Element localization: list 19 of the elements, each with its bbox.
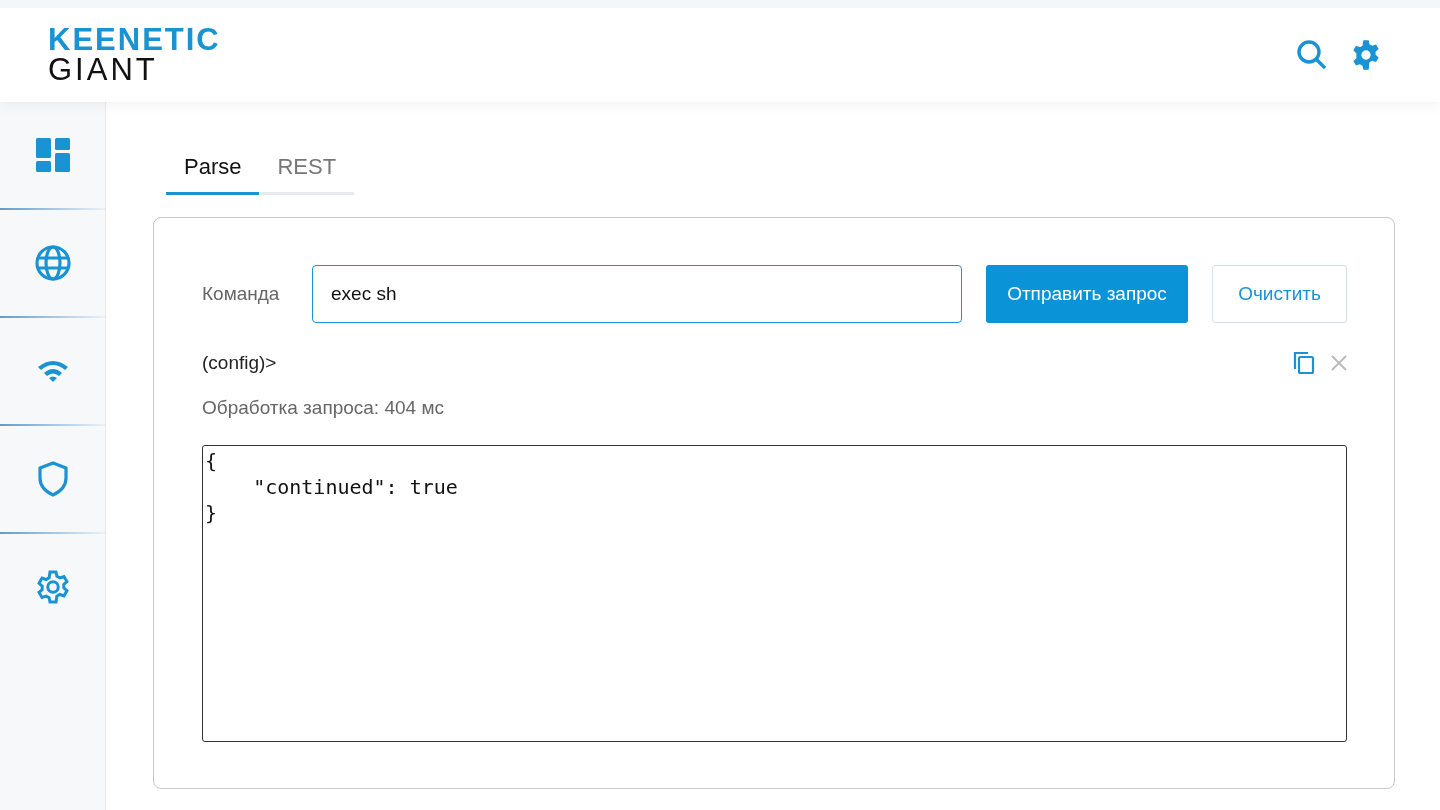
- logo-model: GIANT: [48, 55, 159, 85]
- clear-button[interactable]: Очистить: [1212, 265, 1347, 323]
- globe-icon: [34, 245, 71, 281]
- tab[interactable]: REST: [259, 144, 355, 195]
- copy-icon[interactable]: [1293, 351, 1315, 375]
- close-icon[interactable]: [1331, 355, 1347, 371]
- response-output: { "continued": true }: [202, 445, 1347, 742]
- search-icon[interactable]: [1296, 39, 1328, 71]
- send-request-button[interactable]: Отправить запрос: [986, 265, 1188, 323]
- settings-icon: [34, 569, 71, 605]
- command-field[interactable]: exec sh: [312, 265, 962, 323]
- shield-icon: [37, 461, 68, 497]
- logo-brand: KEENETIC: [48, 25, 221, 55]
- command-label: Команда: [202, 283, 281, 305]
- wifi-icon: [36, 359, 69, 383]
- prompt-text: (config)>: [202, 352, 278, 374]
- dashboard-icon: [35, 138, 70, 172]
- tab[interactable]: Parse: [166, 144, 260, 195]
- processing-time: Обработка запроса: 404 мс: [202, 397, 445, 419]
